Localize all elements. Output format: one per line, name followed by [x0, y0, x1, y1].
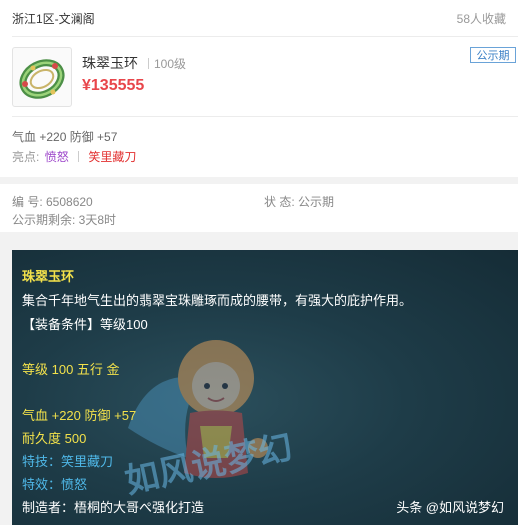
tooltip-skill: 特技：笑里藏刀 [22, 454, 114, 469]
tooltip-stats: 气血 +220 防御 +57 [22, 408, 137, 423]
tooltip-description: 集合千年地气生出的翡翠宝珠雕琢而成的腰带，有强大的庇护作用。 [22, 293, 413, 308]
listing-remaining-time: 公示期剩余: 3天8时 [12, 213, 117, 227]
jade-ring-icon[interactable] [12, 47, 72, 107]
tooltip-effect: 特效：愤怒 [22, 477, 88, 492]
divider [78, 151, 80, 162]
divider [12, 116, 518, 117]
listing-card: 浙江1区-文澜阁 58人收藏 珠翠玉环 100级 ¥135555 公示期 气血 … [0, 0, 518, 177]
listing-state: 状 态: 公示期 [264, 195, 335, 209]
item-stats: 气血 +220 防御 +57 [12, 130, 118, 144]
watermark-credit: 头条 @如风说梦幻 [396, 500, 504, 515]
tooltip-title: 珠翠玉环 [22, 269, 75, 284]
highlight-tag[interactable]: 愤怒 [45, 150, 69, 164]
item-price: ¥135555 [82, 77, 145, 94]
server-name[interactable]: 浙江1区-文澜阁 [12, 10, 95, 27]
item-level: 100级 [148, 55, 186, 72]
highlight-label: 亮点: [12, 150, 40, 164]
tooltip-requirement: 【装备条件】等级100 [22, 317, 148, 332]
item-tooltip: 如风说梦幻 珠翠玉环 集合千年地气生出的翡翠宝珠雕琢而成的腰带，有强大的庇护作用… [12, 250, 518, 525]
status-badge: 公示期 [470, 47, 516, 63]
item-name[interactable]: 珠翠玉环 [82, 53, 138, 73]
cartoon-mascot: 如风说梦幻 [122, 340, 296, 502]
listing-header: 浙江1区-文澜阁 58人收藏 [12, 10, 506, 26]
highlight-row: 亮点: 愤怒 笑里藏刀 [12, 148, 136, 165]
highlight-tag[interactable]: 笑里藏刀 [88, 150, 136, 164]
tooltip-durability: 耐久度 500 [22, 431, 87, 446]
listing-id: 编 号: 6508620 [12, 195, 93, 209]
watch-count[interactable]: 58人收藏 [457, 10, 506, 27]
divider [12, 36, 518, 37]
tooltip-maker: 制造者：梧桐的大哥ぺ强化打造 [22, 500, 205, 515]
tooltip-level-element: 等级 100 五行 金 [22, 362, 120, 377]
